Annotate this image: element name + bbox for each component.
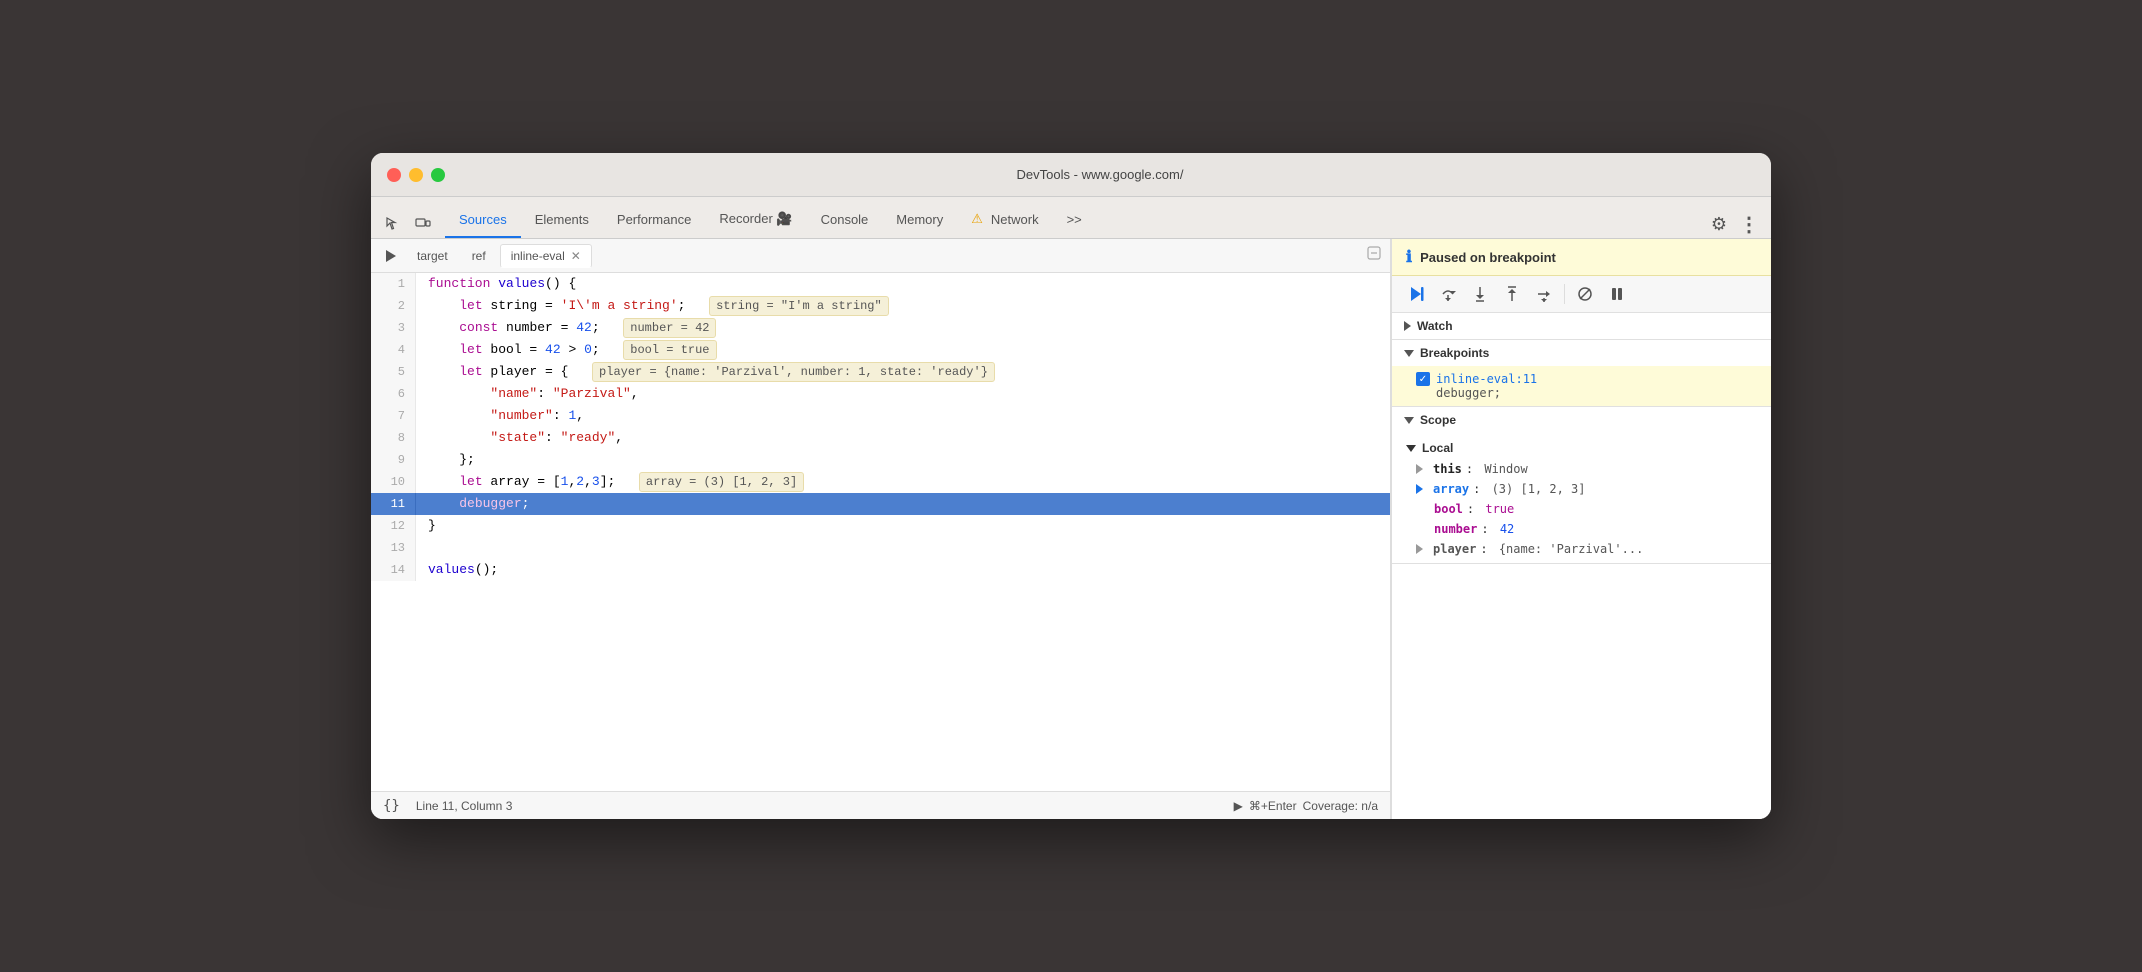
coverage-label: Coverage: n/a	[1303, 799, 1378, 813]
scope-array-expand[interactable]	[1416, 484, 1423, 494]
code-line-3: 3 const number = 42; number = 42	[371, 317, 1390, 339]
resume-button[interactable]	[1402, 280, 1430, 308]
subtab-target[interactable]: target	[407, 245, 458, 267]
nav-tabs-bar: Sources Elements Performance Recorder 🎥 …	[371, 197, 1771, 239]
local-label: Local	[1392, 437, 1771, 459]
scope-array: array: (3) [1, 2, 3]	[1392, 479, 1771, 499]
format-icon[interactable]: {}	[383, 798, 400, 814]
code-line-14: 14 values();	[371, 559, 1390, 581]
tab-elements[interactable]: Elements	[521, 202, 603, 238]
code-line-11: 11 debugger;	[371, 493, 1390, 515]
scope-expand-icon	[1404, 417, 1414, 424]
deactivate-breakpoints-button[interactable]	[1571, 280, 1599, 308]
watch-section: Watch	[1392, 313, 1771, 340]
maximize-button[interactable]	[431, 168, 445, 182]
debug-toolbar	[1392, 276, 1771, 313]
code-line-2: 2 let string = 'I\'m a string'; string =…	[371, 295, 1390, 317]
inspect-element-icon[interactable]	[379, 210, 407, 238]
step-into-button[interactable]	[1466, 280, 1494, 308]
devtools-window: DevTools - www.google.com/ Sources Eleme…	[371, 153, 1771, 819]
network-warning-icon: ⚠	[971, 211, 983, 227]
scope-number: number: 42	[1392, 519, 1771, 539]
breakpoint-message: Paused on breakpoint	[1420, 250, 1556, 265]
watch-collapse-icon	[1404, 321, 1411, 331]
scope-this: this: Window	[1392, 459, 1771, 479]
code-line-10: 10 let array = [1,2,3]; array = (3) [1, …	[371, 471, 1390, 493]
code-line-7: 7 "number": 1,	[371, 405, 1390, 427]
tab-sources[interactable]: Sources	[445, 202, 521, 238]
subtab-end-icon	[1366, 245, 1382, 266]
breakpoint-item: ✓ inline-eval:11 debugger;	[1392, 366, 1771, 406]
tab-console[interactable]: Console	[807, 202, 883, 238]
code-editor[interactable]: 1 function values() { 2 let string = 'I\…	[371, 273, 1390, 791]
window-title: DevTools - www.google.com/	[445, 167, 1755, 182]
pause-on-exceptions-button[interactable]	[1603, 280, 1631, 308]
step-button[interactable]	[1530, 280, 1558, 308]
code-line-13: 13	[371, 537, 1390, 559]
main-content: target ref inline-eval ✕	[371, 239, 1771, 819]
code-line-5: 5 let player = { player = {name: 'Parziv…	[371, 361, 1390, 383]
scope-section-header[interactable]: Scope	[1392, 407, 1771, 433]
subtab-inline-eval[interactable]: inline-eval ✕	[500, 244, 592, 268]
code-line-1: 1 function values() {	[371, 273, 1390, 295]
nav-icons-left	[379, 210, 437, 238]
right-panel: ℹ Paused on breakpoint	[1391, 239, 1771, 819]
titlebar: DevTools - www.google.com/	[371, 153, 1771, 197]
cursor-position: Line 11, Column 3	[416, 799, 513, 813]
breakpoint-code: debugger;	[1416, 386, 1759, 400]
breakpoint-location: inline-eval:11	[1436, 372, 1537, 386]
watch-label: Watch	[1417, 319, 1453, 333]
subtab-ref[interactable]: ref	[462, 245, 496, 267]
run-snippet-label: ⌘+Enter	[1249, 799, 1297, 813]
breakpoint-file: ✓ inline-eval:11	[1416, 372, 1759, 386]
settings-icon[interactable]: ⚙	[1705, 210, 1733, 238]
scope-bool: bool: true	[1392, 499, 1771, 519]
local-scope: Local this: Window array: (3) [1, 2, 3] …	[1392, 433, 1771, 563]
play-snippet-icon[interactable]	[379, 244, 403, 268]
code-line-4: 4 let bool = 42 > 0; bool = true	[371, 339, 1390, 361]
scope-player-expand[interactable]	[1416, 544, 1423, 554]
status-bar: {} Line 11, Column 3 ▶ ⌘+Enter Coverage:…	[371, 791, 1390, 819]
breakpoints-expand-icon	[1404, 350, 1414, 357]
minimize-button[interactable]	[409, 168, 423, 182]
close-tab-icon[interactable]: ✕	[571, 249, 581, 263]
watch-section-header[interactable]: Watch	[1392, 313, 1771, 339]
scope-this-expand[interactable]	[1416, 464, 1423, 474]
code-line-12: 12 }	[371, 515, 1390, 537]
run-snippet-icon[interactable]: ▶	[1234, 799, 1243, 813]
tab-more[interactable]: >>	[1053, 202, 1096, 238]
scope-label: Scope	[1420, 413, 1456, 427]
tab-memory[interactable]: Memory	[882, 202, 957, 238]
breakpoints-section: Breakpoints ✓ inline-eval:11 debugger;	[1392, 340, 1771, 407]
close-button[interactable]	[387, 168, 401, 182]
code-line-8: 8 "state": "ready",	[371, 427, 1390, 449]
tab-network[interactable]: ⚠ Network	[957, 202, 1052, 238]
device-toolbar-icon[interactable]	[409, 210, 437, 238]
more-options-icon[interactable]: ⋮	[1735, 210, 1763, 238]
local-expand-icon	[1406, 445, 1416, 452]
code-line-6: 6 "name": "Parzival",	[371, 383, 1390, 405]
toolbar-separator	[1564, 284, 1565, 304]
code-line-9: 9 };	[371, 449, 1390, 471]
status-bar-right: ▶ ⌘+Enter Coverage: n/a	[1234, 799, 1378, 813]
nav-icons-right: ⚙ ⋮	[1705, 210, 1763, 238]
step-out-button[interactable]	[1498, 280, 1526, 308]
scope-section: Scope Local this: Window array: (3) [1, …	[1392, 407, 1771, 564]
sources-panel: target ref inline-eval ✕	[371, 239, 1391, 819]
step-over-button[interactable]	[1434, 280, 1462, 308]
breakpoints-section-header[interactable]: Breakpoints	[1392, 340, 1771, 366]
tab-performance[interactable]: Performance	[603, 202, 705, 238]
breakpoint-checkbox[interactable]: ✓	[1416, 372, 1430, 386]
breakpoint-banner: ℹ Paused on breakpoint	[1392, 239, 1771, 276]
sub-tab-bar: target ref inline-eval ✕	[371, 239, 1390, 273]
breakpoints-label: Breakpoints	[1420, 346, 1489, 360]
tab-recorder[interactable]: Recorder 🎥	[705, 202, 806, 238]
scope-player: player: {name: 'Parzival'...	[1392, 539, 1771, 559]
info-icon: ℹ	[1406, 247, 1412, 267]
traffic-lights	[387, 168, 445, 182]
